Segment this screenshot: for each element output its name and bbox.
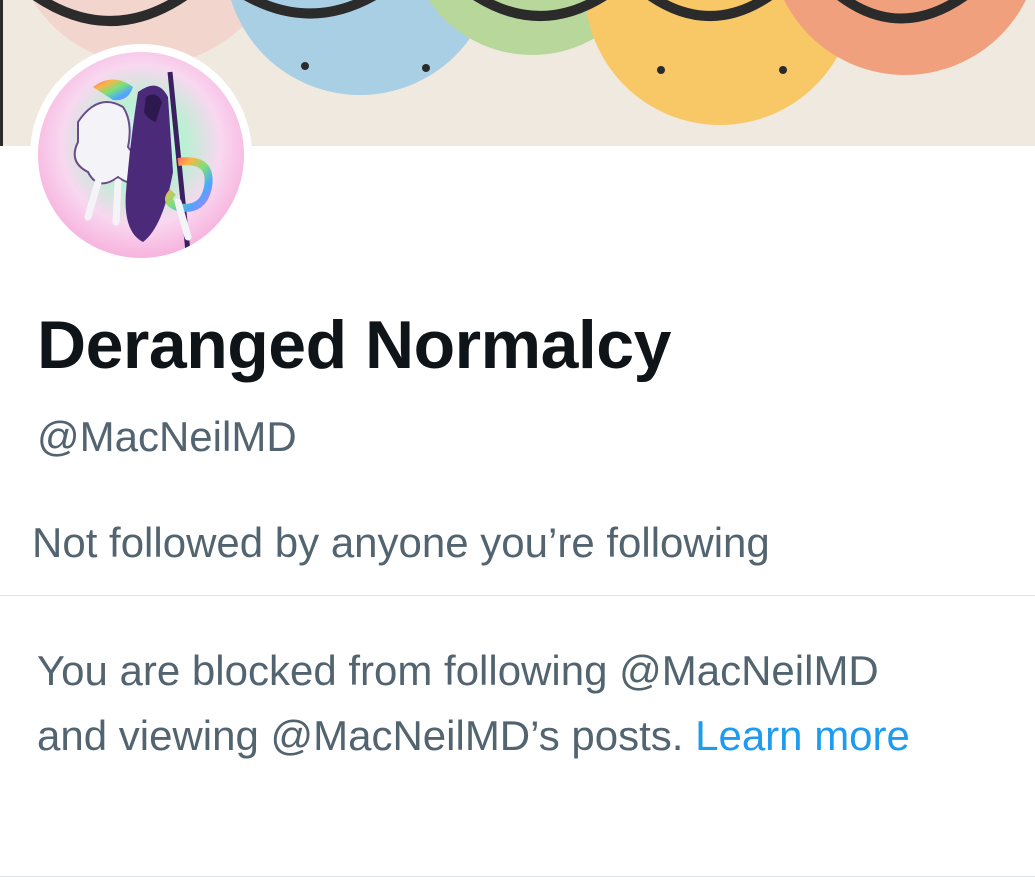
display-name: Deranged Normalcy xyxy=(37,307,671,383)
followed-by-text: Not followed by anyone you’re following xyxy=(32,519,770,566)
blocked-notice-line2: and viewing @MacNeilMD’s posts. xyxy=(37,712,684,759)
divider-bottom xyxy=(0,876,1035,877)
profile-handle: @MacNeilMD xyxy=(37,413,297,460)
avatar[interactable] xyxy=(30,44,252,266)
learn-more-link[interactable]: Learn more xyxy=(695,712,910,759)
blocked-notice: You are blocked from following @MacNeilM… xyxy=(37,638,1035,768)
avatar-image xyxy=(38,52,244,258)
divider xyxy=(0,595,1035,596)
blocked-notice-line1: You are blocked from following @MacNeilM… xyxy=(37,647,879,694)
banner-edge xyxy=(0,0,3,146)
profile-page: Deranged Normalcy @MacNeilMD Not followe… xyxy=(0,0,1035,895)
